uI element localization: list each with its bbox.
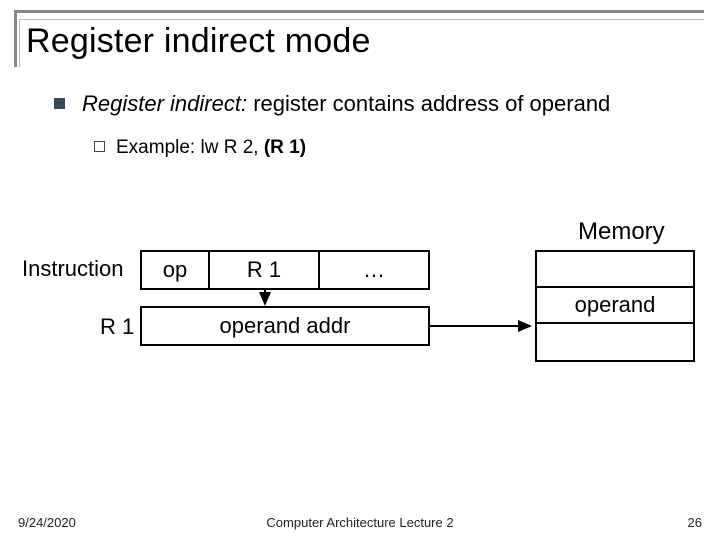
r1-label: R 1 [100, 314, 134, 340]
bullet-rest: register contains address of operand [247, 91, 610, 116]
instr-op-box: op [140, 250, 210, 290]
bullet-sub: Example: lw R 2, (R 1) [94, 136, 694, 160]
arrows-svg [0, 0, 720, 540]
body-text: Register indirect: register contains add… [54, 90, 694, 159]
bullet-main: Register indirect: register contains add… [54, 90, 694, 118]
register-box: operand addr [140, 306, 430, 346]
diagram: Instruction R 1 op R 1 … operand addr op… [0, 0, 720, 540]
footer-page: 26 [688, 515, 702, 530]
bullet-lead: Register indirect: [82, 91, 247, 116]
memory-label: Memory [578, 218, 665, 246]
title-frame: Register indirect mode [14, 10, 704, 67]
example-bold: (R 1) [264, 137, 306, 158]
footer-center: Computer Architecture Lecture 2 [0, 515, 720, 530]
memory-cell-empty-top [537, 252, 693, 288]
instr-dots-box: … [320, 250, 430, 290]
instruction-label: Instruction [22, 256, 124, 282]
slide-title: Register indirect mode [26, 22, 704, 61]
instr-r1-box: R 1 [210, 250, 320, 290]
memory-cell-empty-bottom [537, 324, 693, 360]
memory-stack: operand [535, 250, 695, 362]
example-prefix: Example: lw R 2, [116, 137, 264, 158]
memory-cell-operand: operand [537, 288, 693, 324]
